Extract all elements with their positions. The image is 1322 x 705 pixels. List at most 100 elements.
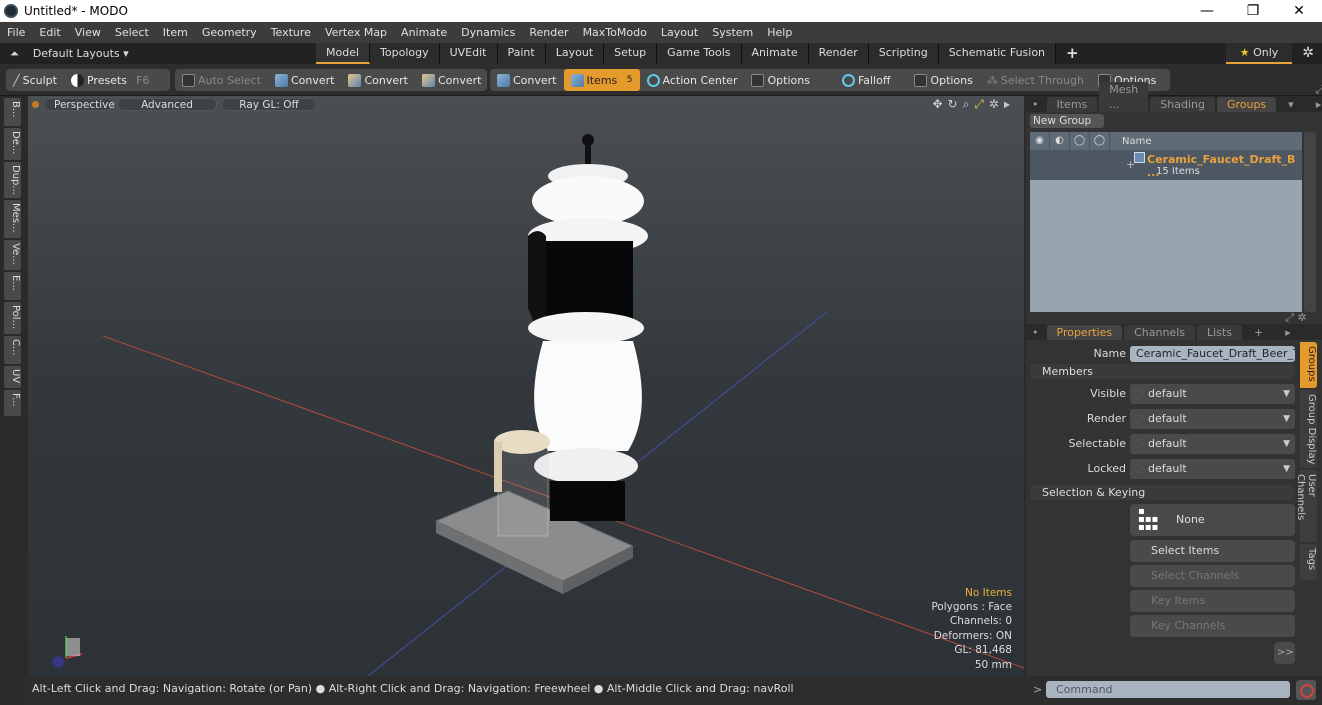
add-tab-button[interactable]: + (1244, 325, 1273, 340)
side-tab-groups[interactable]: Groups (1300, 342, 1317, 388)
key-channels-button[interactable]: Key Channels (1130, 615, 1295, 637)
tab-items[interactable]: Items (1046, 97, 1098, 112)
left-tab-polygon[interactable]: Pol... (4, 302, 21, 334)
convert-materials-button[interactable]: Convert (490, 69, 564, 91)
only-toggle[interactable]: ★ Only (1226, 43, 1292, 64)
minimize-button[interactable]: — (1184, 0, 1230, 22)
viewport-settings-icon[interactable]: ✲ (989, 97, 999, 112)
menu-layout[interactable]: Layout (654, 26, 705, 39)
record-macro-icon[interactable] (1296, 680, 1316, 700)
menu-texture[interactable]: Texture (264, 26, 318, 39)
visible-dropdown[interactable]: default ▼ (1130, 384, 1295, 404)
fit-icon[interactable]: ⤢ (974, 97, 984, 112)
menu-item[interactable]: Item (156, 26, 195, 39)
menu-select[interactable]: Select (108, 26, 156, 39)
tab-scripting[interactable]: Scripting (868, 43, 939, 64)
members-section[interactable]: Members (1030, 364, 1294, 379)
sculpt-button[interactable]: ╱ Sculpt (6, 69, 64, 91)
tab-schematic-fusion[interactable]: Schematic Fusion (938, 43, 1057, 64)
side-tab-tags[interactable]: Tags (1300, 544, 1317, 580)
maximize-panel-icon[interactable]: ⤢ ✲ ▸ (1275, 310, 1320, 340)
side-tab-user-channels[interactable]: User Channels (1295, 470, 1317, 542)
items-mode-button[interactable]: Items 5 (563, 69, 640, 91)
zoom-icon[interactable]: ⌕ (963, 97, 970, 112)
tab-shading[interactable]: Shading (1150, 97, 1215, 112)
convert-edges-button[interactable]: Convert (341, 69, 415, 91)
tab-animate[interactable]: Animate (741, 43, 809, 64)
left-tab-bevel[interactable]: B... (4, 98, 21, 126)
menu-system[interactable]: System (705, 26, 760, 39)
viewport-menu-dot-icon[interactable] (32, 100, 39, 108)
more-button[interactable]: >> (1274, 642, 1295, 664)
left-tab-uv[interactable]: UV (4, 366, 21, 388)
menu-maxtomodo[interactable]: MaxToModo (576, 26, 654, 39)
locked-dropdown[interactable]: default ▼ (1130, 459, 1295, 479)
left-tab-curve[interactable]: C... (4, 336, 21, 364)
shading-mode-button[interactable]: Advanced (117, 97, 217, 111)
tab-uvedit[interactable]: UVEdit (439, 43, 498, 64)
tab-channels[interactable]: Channels (1124, 325, 1195, 340)
tab-layout[interactable]: Layout (545, 43, 605, 64)
convert-vertices-button[interactable]: Convert (268, 69, 342, 91)
layout-up-icon[interactable]: ⏶ (10, 47, 19, 61)
left-tab-deform[interactable]: De... (4, 128, 21, 160)
menu-geometry[interactable]: Geometry (195, 26, 264, 39)
menu-edit[interactable]: Edit (32, 26, 67, 39)
tabs-dropdown-icon[interactable]: ▾ (1278, 97, 1304, 112)
selectable-dropdown[interactable]: default ▼ (1130, 434, 1295, 454)
gear-icon[interactable]: ✲ (1302, 45, 1314, 61)
visibility-column-icon[interactable]: ◉ (1030, 132, 1050, 150)
tab-game-tools[interactable]: Game Tools (657, 43, 742, 64)
menu-dynamics[interactable]: Dynamics (454, 26, 522, 39)
view-mode-button[interactable]: Perspective (43, 97, 115, 111)
tab-setup[interactable]: Setup (604, 43, 658, 64)
lock-column-icon[interactable]: ◯ (1090, 132, 1110, 150)
panel-menu-dot-icon[interactable]: • (1026, 325, 1045, 340)
command-input[interactable]: Command (1046, 681, 1290, 698)
panel-menu-dot-icon[interactable]: • (1026, 97, 1045, 112)
menu-animate[interactable]: Animate (394, 26, 454, 39)
default-layouts-dropdown[interactable]: Default Layouts ▾ (33, 47, 129, 60)
left-tab-mesh[interactable]: Mes... (4, 200, 21, 238)
none-button[interactable]: ▪ ▪▪▪ ▪▪▪ None (1130, 504, 1295, 536)
render-column-icon[interactable]: ◐ (1050, 132, 1070, 150)
select-through-button[interactable]: ⁂ Select Through (980, 69, 1091, 91)
add-tab-button[interactable]: + (1056, 43, 1089, 64)
render-dropdown[interactable]: default ▼ (1130, 409, 1295, 429)
menu-view[interactable]: View (68, 26, 108, 39)
menu-help[interactable]: Help (760, 26, 799, 39)
tab-paint[interactable]: Paint (497, 43, 546, 64)
falloff-options-button[interactable]: Options (907, 69, 979, 91)
maximize-panel-icon[interactable]: ⤢ ▸ (1306, 82, 1322, 112)
tab-render[interactable]: Render (808, 43, 869, 64)
action-center-options-button[interactable]: Options (744, 69, 816, 91)
left-tab-edge[interactable]: E... (4, 272, 21, 300)
menu-vertex-map[interactable]: Vertex Map (318, 26, 394, 39)
side-tab-group-display[interactable]: Group Display (1300, 390, 1317, 468)
presets-button[interactable]: Presets F6 (64, 69, 156, 91)
maximize-button[interactable]: ❐ (1230, 0, 1276, 22)
select-column-icon[interactable]: ◯ (1070, 132, 1090, 150)
left-tab-fusion[interactable]: F... (4, 390, 21, 416)
tab-topology[interactable]: Topology (370, 43, 440, 64)
3d-viewport[interactable]: Perspective Advanced Ray GL: Off ✥ ↻ ⌕ ⤢… (28, 96, 1024, 676)
rotate-icon[interactable]: ↻ (948, 97, 958, 112)
name-field[interactable]: Ceramic_Faucet_Draft_Beer_Tow (1130, 346, 1295, 362)
pan-icon[interactable]: ✥ (932, 97, 942, 112)
tab-lists[interactable]: Lists (1197, 325, 1242, 340)
close-button[interactable]: ✕ (1276, 0, 1322, 22)
select-channels-button[interactable]: Select Channels (1130, 565, 1295, 587)
action-center-button[interactable]: Action Center (640, 69, 745, 91)
new-group-button[interactable]: New Group (1030, 114, 1104, 128)
key-items-button[interactable]: Key Items (1130, 590, 1295, 612)
auto-select-button[interactable]: Auto Select (175, 69, 268, 91)
convert-polygons-button[interactable]: Convert (415, 69, 489, 91)
tab-groups[interactable]: Groups (1216, 97, 1277, 112)
left-tab-vertex[interactable]: Ve... (4, 240, 21, 270)
falloff-button[interactable]: Falloff (835, 69, 897, 91)
selection-keying-section[interactable]: Selection & Keying (1030, 485, 1294, 500)
groups-scrollbar[interactable] (1304, 132, 1316, 312)
tab-properties[interactable]: Properties (1046, 325, 1123, 340)
tab-mesh[interactable]: Mesh ... (1099, 82, 1149, 112)
group-row[interactable]: + Ceramic_Faucet_Draft_B ... 15 Items (1030, 150, 1302, 180)
